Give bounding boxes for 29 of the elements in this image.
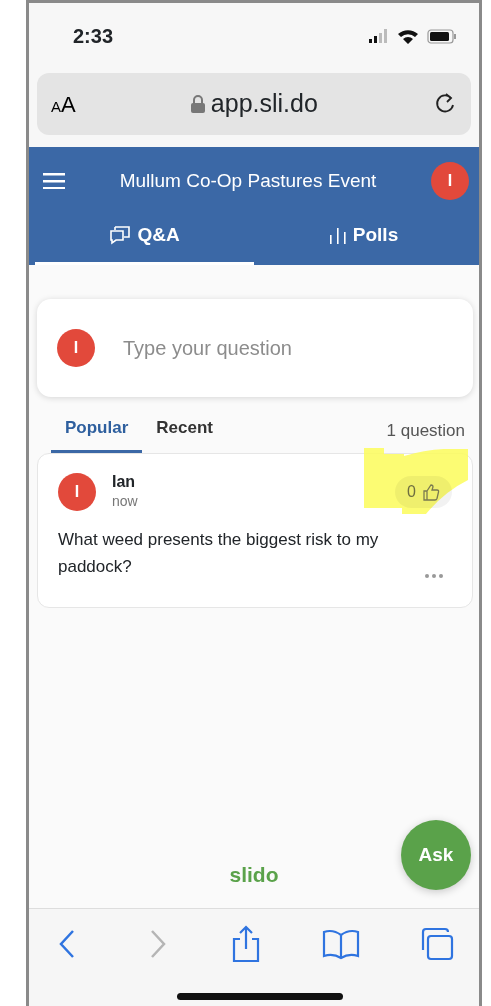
url-text[interactable]: app.sli.do [210, 85, 318, 123]
bar-chart-icon [328, 226, 347, 245]
chat-icon [109, 225, 132, 246]
book-icon[interactable] [320, 928, 361, 960]
thumbs-up-icon [422, 483, 440, 502]
lock-icon [190, 95, 205, 113]
nav-tab[interactable]: Q&A [35, 215, 254, 265]
brand-logo: slido [228, 861, 280, 888]
sort-tab[interactable]: Recent [142, 414, 227, 453]
share-icon[interactable] [230, 925, 262, 963]
user-avatar[interactable]: I [431, 162, 469, 200]
question-count: 1 question [386, 419, 465, 442]
question-text: What weed presents the biggest risk to my paddock? [58, 529, 380, 579]
battery-icon [427, 28, 457, 44]
nav-tab[interactable]: Polls [254, 215, 473, 265]
author-name: Ian [112, 472, 137, 492]
tabs-icon[interactable] [419, 926, 455, 962]
ask-button[interactable]: Ask [401, 820, 471, 890]
event-title: Mullum Co-Op Pastures Event [118, 168, 378, 193]
question-input[interactable]: Type your question [121, 331, 453, 364]
question-time: now [112, 492, 138, 512]
clock-time: 2:33 [73, 24, 114, 49]
menu-icon[interactable] [43, 173, 65, 189]
wifi-icon [397, 28, 419, 44]
user-avatar: I [57, 328, 95, 367]
signal-icon [369, 29, 389, 43]
more-icon[interactable] [424, 572, 444, 579]
author-avatar: I [58, 473, 96, 512]
text-size-button[interactable]: AA [51, 87, 76, 121]
